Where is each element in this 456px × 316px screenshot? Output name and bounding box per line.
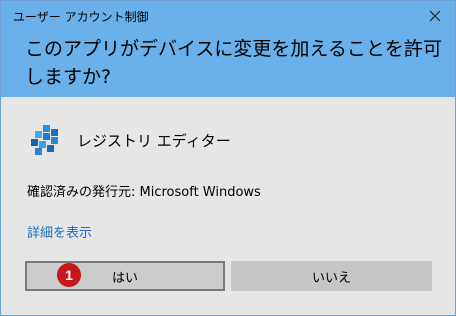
no-button-label: いいえ xyxy=(311,270,351,286)
yes-button[interactable]: はい xyxy=(25,261,225,291)
uac-dialog: ユーザー アカウント制御 このアプリがデバイスに変更を加えることを許可しますか?… xyxy=(0,0,456,316)
no-button[interactable]: いいえ xyxy=(231,261,432,291)
close-icon xyxy=(429,10,441,22)
step-badge: 1 xyxy=(57,263,81,287)
show-details-link[interactable]: 詳細を表示 xyxy=(27,222,92,241)
app-info: レジストリ エディター xyxy=(29,123,231,157)
publisher-info: 確認済みの発行元: Microsoft Windows xyxy=(27,185,261,200)
yes-button-label: はい xyxy=(111,270,138,286)
dialog-title: ユーザー アカウント制御 xyxy=(13,10,149,24)
app-name: レジストリ エディター xyxy=(77,131,231,150)
permission-question: このアプリがデバイスに変更を加えることを許可しますか? xyxy=(25,38,442,88)
dialog-header: ユーザー アカウント制御 このアプリがデバイスに変更を加えることを許可しますか? xyxy=(1,1,455,97)
close-button[interactable] xyxy=(423,5,447,27)
registry-editor-icon xyxy=(31,125,58,155)
